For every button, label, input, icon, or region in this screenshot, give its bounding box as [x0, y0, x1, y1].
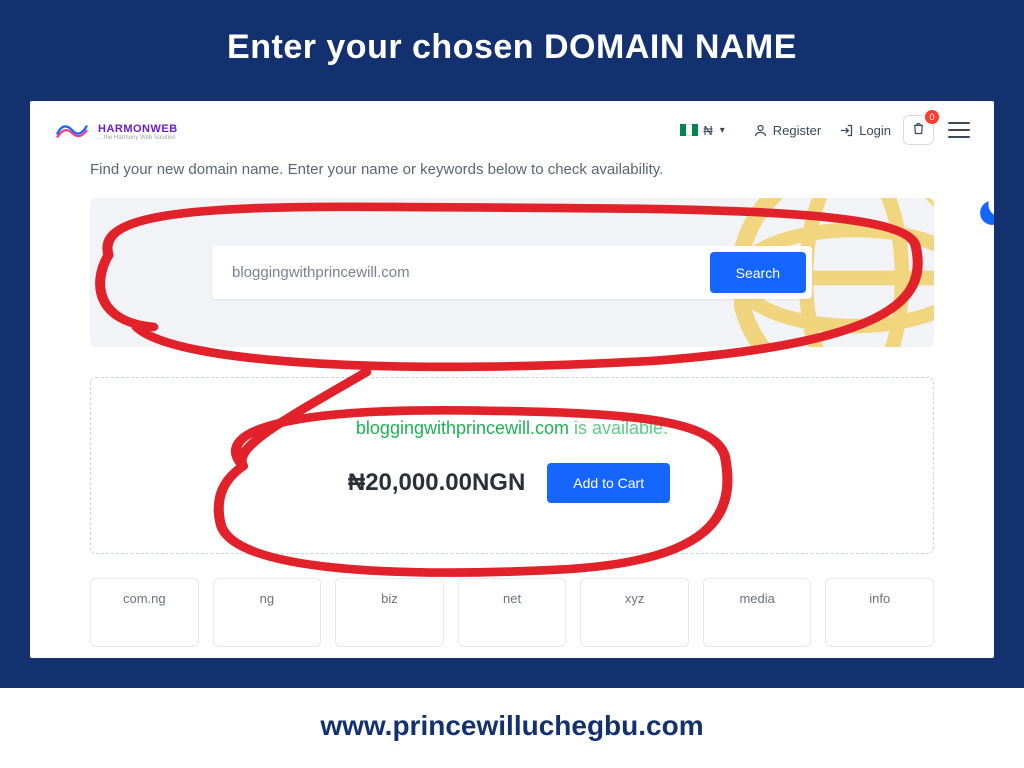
currency-label: ₦ — [703, 123, 712, 138]
add-to-cart-button[interactable]: Add to Cart — [547, 463, 670, 503]
tld-option[interactable]: info — [825, 578, 934, 647]
instruction-heading: Enter your chosen DOMAIN NAME — [0, 28, 1024, 67]
login-link[interactable]: Login — [833, 119, 897, 142]
moon-icon — [974, 197, 994, 231]
register-link[interactable]: Register — [747, 119, 827, 142]
result-suffix: is available. — [569, 418, 668, 438]
tld-option[interactable]: com.ng — [90, 578, 199, 647]
topbar: HARMONWEB …the Harmony Web Solution ₦ ▾ … — [30, 101, 994, 159]
result-domain: bloggingwithprincewill.com — [356, 418, 569, 438]
footer-url: www.princewilluchegbu.com — [320, 710, 703, 741]
tld-strip: com.ng ng biz net xyz media info — [90, 578, 934, 647]
search-button[interactable]: Search — [710, 252, 806, 293]
brand-name: HARMONWEB — [98, 123, 178, 135]
dark-mode-toggle[interactable] — [974, 197, 994, 231]
price-value: ₦20,000.00NGN — [348, 469, 525, 497]
user-icon — [753, 123, 768, 138]
instruction-banner: Enter your chosen DOMAIN NAME — [0, 0, 1024, 101]
hamburger-menu[interactable] — [948, 117, 970, 143]
frame-middle: HARMONWEB …the Harmony Web Solution ₦ ▾ … — [0, 101, 1024, 688]
cart-badge: 0 — [925, 110, 939, 124]
currency-selector[interactable]: ₦ ▾ — [674, 119, 730, 142]
price-line: ₦20,000.00NGN Add to Cart — [348, 457, 676, 509]
page-body: Find your new domain name. Enter your na… — [30, 159, 994, 658]
intro-text: Find your new domain name. Enter your na… — [90, 161, 934, 178]
register-label: Register — [773, 123, 821, 138]
login-arrow-icon — [839, 123, 854, 138]
flag-nigeria-icon — [680, 124, 698, 136]
browser-card: HARMONWEB …the Harmony Web Solution ₦ ▾ … — [30, 101, 994, 658]
chevron-down-icon: ▾ — [720, 125, 725, 136]
brand-logo[interactable]: HARMONWEB …the Harmony Web Solution — [54, 118, 178, 142]
search-panel: Search — [90, 198, 934, 347]
search-row: Search — [212, 246, 812, 299]
tld-option[interactable]: xyz — [580, 578, 689, 647]
tld-option[interactable]: media — [703, 578, 812, 647]
tld-option[interactable]: biz — [335, 578, 444, 647]
brand-mark-icon — [54, 118, 90, 142]
availability-result: bloggingwithprincewill.com is available.… — [90, 377, 934, 554]
availability-line: bloggingwithprincewill.com is available. — [111, 418, 913, 439]
login-label: Login — [859, 123, 891, 138]
tld-option[interactable]: ng — [213, 578, 322, 647]
cart-button[interactable]: 0 — [903, 115, 934, 145]
brand-tagline: …the Harmony Web Solution — [98, 135, 178, 141]
tld-option[interactable]: net — [458, 578, 567, 647]
shopping-bag-icon — [911, 121, 926, 136]
footer-banner: www.princewilluchegbu.com — [0, 688, 1024, 768]
domain-search-input[interactable] — [212, 246, 704, 299]
